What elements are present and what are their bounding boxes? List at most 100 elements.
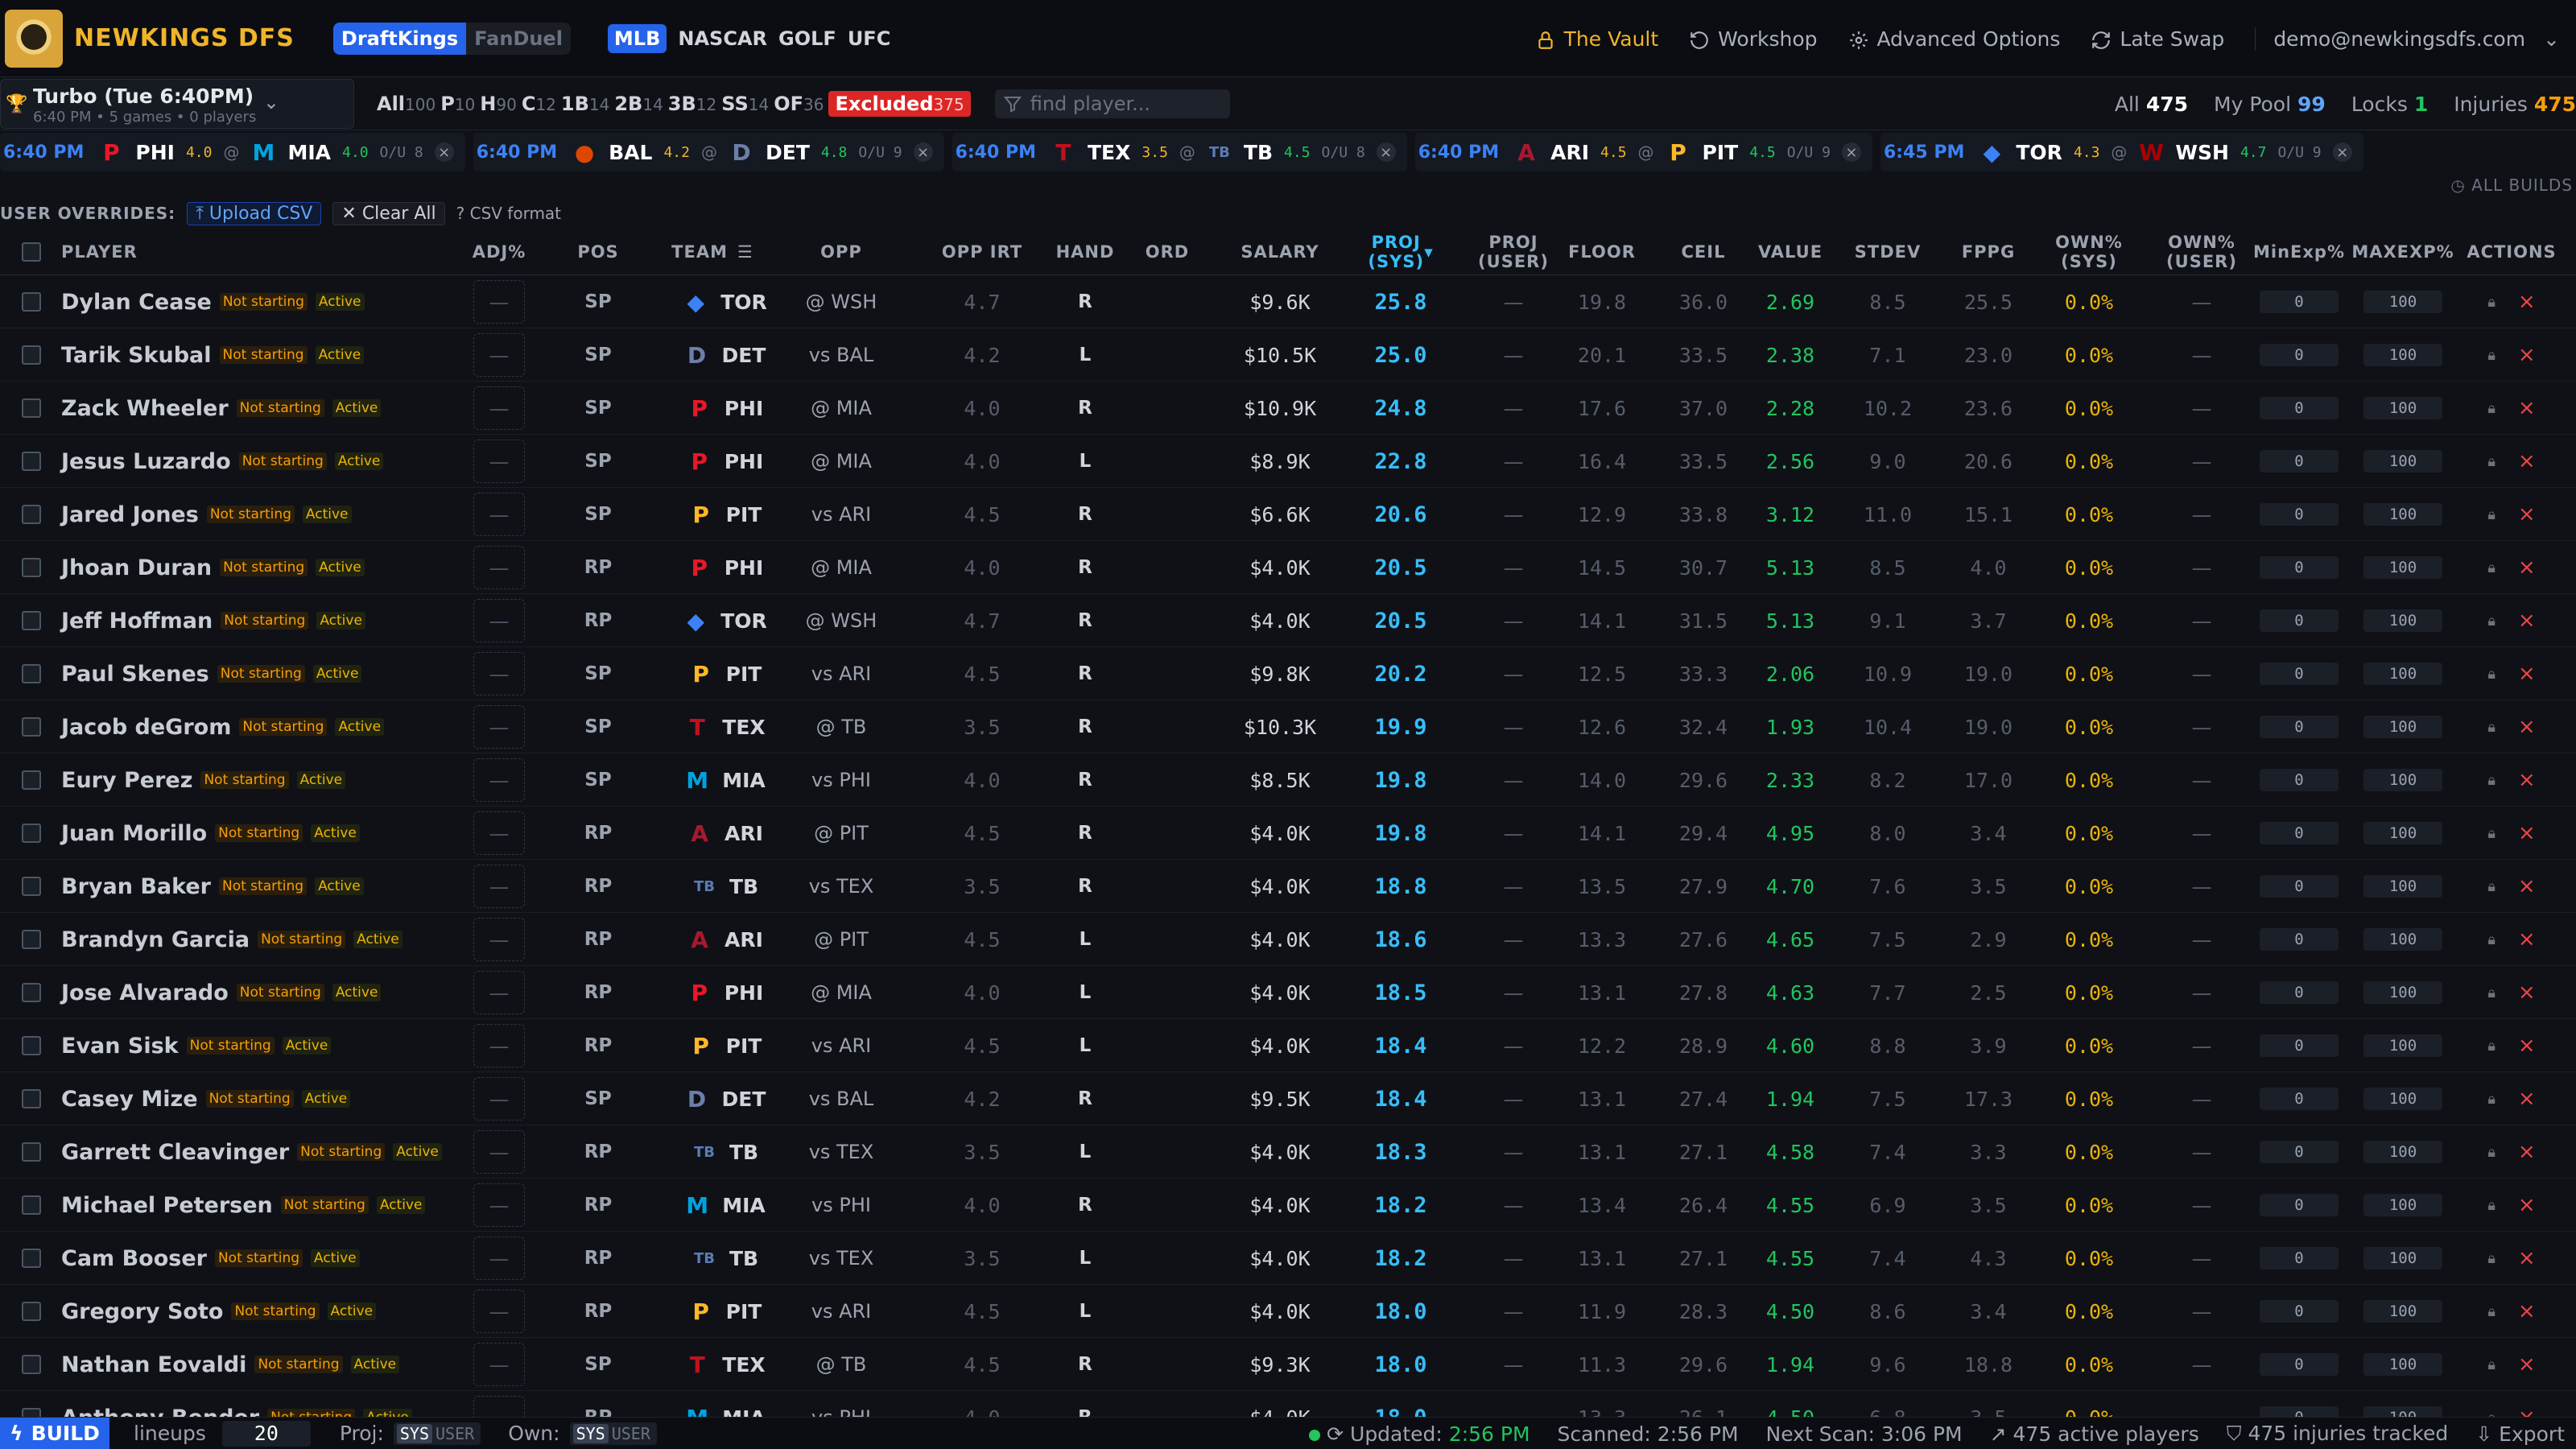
col-team[interactable]: TEAM ☰: [660, 229, 765, 275]
max-exposure-input[interactable]: 100: [2363, 291, 2442, 313]
nav-advanced-options[interactable]: Advanced Options: [1848, 27, 2060, 51]
exclude-icon[interactable]: ×: [2518, 662, 2536, 686]
table-row[interactable]: Dylan Cease Not starting Active — SP ◆ TOR @ WS…: [0, 275, 2576, 328]
max-exposure-input[interactable]: 100: [2363, 503, 2442, 526]
col-own-sys[interactable]: OWN% (SYS): [2045, 229, 2133, 275]
max-exposure-input[interactable]: 100: [2363, 609, 2442, 632]
nav-late-swap[interactable]: Late Swap: [2091, 27, 2224, 51]
position-filter-h[interactable]: H90: [480, 93, 517, 115]
cell-chk[interactable]: [19, 700, 43, 753]
min-exposure-input[interactable]: 0: [2260, 397, 2339, 419]
max-exposure-input[interactable]: 100: [2363, 450, 2442, 473]
player-name[interactable]: Dylan Cease: [61, 290, 212, 315]
clear-all-button[interactable]: ✕ Clear All: [332, 201, 445, 225]
position-filter-all[interactable]: All100: [377, 93, 436, 115]
table-row[interactable]: Brandyn Garcia Not starting Active — RP A ARI @…: [0, 913, 2576, 966]
adj-input[interactable]: —: [473, 811, 525, 855]
cell-chk[interactable]: [19, 647, 43, 700]
player-name[interactable]: Bryan Baker: [61, 874, 211, 899]
row-checkbox[interactable]: [22, 930, 41, 949]
player-name[interactable]: Evan Sisk: [61, 1034, 179, 1059]
remove-game-icon[interactable]: ×: [1841, 142, 1861, 162]
newkings-logo[interactable]: [5, 9, 63, 68]
adj-input[interactable]: —: [473, 918, 525, 961]
csv-format-link[interactable]: ? CSV format: [456, 204, 561, 223]
row-checkbox[interactable]: [22, 1302, 41, 1321]
player-name[interactable]: Jose Alvarado: [61, 980, 229, 1005]
build-button[interactable]: ϟ BUILD: [0, 1417, 109, 1449]
player-search[interactable]: find player...: [994, 89, 1230, 118]
min-exposure-input[interactable]: 0: [2260, 663, 2339, 685]
proj-user-option[interactable]: USER: [432, 1424, 477, 1443]
table-row[interactable]: Zack Wheeler Not starting Active — SP P PHI @ M…: [0, 382, 2576, 435]
export-button[interactable]: ⇩ Export: [2475, 1422, 2565, 1446]
row-checkbox[interactable]: [22, 1355, 41, 1374]
table-row[interactable]: Cam Booser Not starting Active — RP TB TB vs TE…: [0, 1232, 2576, 1285]
max-exposure-input[interactable]: 100: [2363, 1034, 2442, 1057]
remove-game-icon[interactable]: ×: [1376, 142, 1396, 162]
row-checkbox[interactable]: [22, 877, 41, 896]
lock-icon[interactable]: 🔒︎: [2487, 453, 2496, 470]
table-row[interactable]: Evan Sisk Not starting Active — RP P PIT vs ARI…: [0, 1019, 2576, 1072]
exclude-icon[interactable]: ×: [2518, 1034, 2536, 1058]
min-exposure-input[interactable]: 0: [2260, 1034, 2339, 1057]
adj-input[interactable]: —: [473, 493, 525, 536]
exclude-icon[interactable]: ×: [2518, 449, 2536, 473]
player-name[interactable]: Gregory Soto: [61, 1299, 223, 1324]
upload-csv-button[interactable]: ⤒ Upload CSV: [187, 201, 322, 225]
player-name[interactable]: Michael Petersen: [61, 1193, 273, 1218]
col-maxexp[interactable]: MAXEXP%: [2351, 229, 2455, 275]
row-checkbox[interactable]: [22, 1089, 41, 1108]
min-exposure-input[interactable]: 0: [2260, 1300, 2339, 1323]
adj-input[interactable]: —: [473, 440, 525, 483]
lock-icon[interactable]: 🔒︎: [2487, 1250, 2496, 1267]
exclude-icon[interactable]: ×: [2518, 609, 2536, 633]
sport-tab-ufc[interactable]: UFC: [848, 27, 891, 50]
exclude-icon[interactable]: ×: [2518, 396, 2536, 420]
lineups-input[interactable]: 20: [221, 1420, 311, 1447]
col-proj-user[interactable]: PROJ (USER): [1465, 229, 1562, 275]
nav-workshop[interactable]: Workshop: [1689, 27, 1818, 51]
game-card[interactable]: 6:40 PM P PHI 4.0 @ M MIA 4.0 O/U 8 ×: [0, 133, 465, 171]
exclude-icon[interactable]: ×: [2518, 1246, 2536, 1270]
count-injuries[interactable]: Injuries 475: [2454, 93, 2576, 116]
row-checkbox[interactable]: [22, 824, 41, 843]
min-exposure-input[interactable]: 0: [2260, 1247, 2339, 1269]
lock-icon[interactable]: 🔒︎: [2487, 1038, 2496, 1055]
slate-selector[interactable]: 🏆 Turbo (Tue 6:40PM) 6:40 PM • 5 games •…: [0, 78, 354, 129]
adj-input[interactable]: —: [473, 386, 525, 430]
col-proj-sys[interactable]: PROJ (SYS) ▾: [1352, 229, 1449, 275]
adj-input[interactable]: —: [473, 599, 525, 642]
lock-icon[interactable]: 🔒︎: [2487, 878, 2496, 895]
remove-game-icon[interactable]: ×: [2332, 142, 2352, 162]
player-name[interactable]: Jared Jones: [61, 502, 199, 527]
cell-chk[interactable]: [19, 1072, 43, 1125]
table-row[interactable]: Jesus Luzardo Not starting Active — SP P PHI @ …: [0, 435, 2576, 488]
min-exposure-input[interactable]: 0: [2260, 1141, 2339, 1163]
min-exposure-input[interactable]: 0: [2260, 1353, 2339, 1376]
lock-icon[interactable]: 🔒︎: [2487, 931, 2496, 948]
cell-chk[interactable]: [19, 1125, 43, 1179]
col-fppg[interactable]: FPPG: [1948, 229, 2029, 275]
adj-input[interactable]: —: [473, 758, 525, 802]
min-exposure-input[interactable]: 0: [2260, 822, 2339, 844]
sport-tab-golf[interactable]: GOLF: [778, 27, 836, 50]
cell-chk[interactable]: [19, 382, 43, 435]
table-row[interactable]: Nathan Eovaldi Not starting Active — SP T TEX @…: [0, 1338, 2576, 1391]
max-exposure-input[interactable]: 100: [2363, 716, 2442, 738]
excluded-filter[interactable]: Excluded375: [828, 90, 971, 117]
table-row[interactable]: Paul Skenes Not starting Active — SP P PIT vs A…: [0, 647, 2576, 700]
row-checkbox[interactable]: [22, 770, 41, 790]
game-card[interactable]: 6:45 PM ◆ TOR 4.3 @ W WSH 4.7 O/U 9 ×: [1880, 133, 2363, 171]
exclude-icon[interactable]: ×: [2518, 927, 2536, 952]
table-row[interactable]: Bryan Baker Not starting Active — RP TB TB vs T…: [0, 860, 2576, 913]
row-checkbox[interactable]: [22, 1249, 41, 1268]
cell-chk[interactable]: [19, 807, 43, 860]
lock-icon[interactable]: 🔒︎: [2487, 506, 2496, 523]
player-name[interactable]: Cam Booser: [61, 1246, 207, 1271]
lock-icon[interactable]: 🔒︎: [2487, 347, 2496, 364]
max-exposure-input[interactable]: 100: [2363, 344, 2442, 366]
adj-input[interactable]: —: [473, 546, 525, 589]
lock-icon[interactable]: 🔒︎: [2487, 1303, 2496, 1320]
exclude-icon[interactable]: ×: [2518, 290, 2536, 314]
